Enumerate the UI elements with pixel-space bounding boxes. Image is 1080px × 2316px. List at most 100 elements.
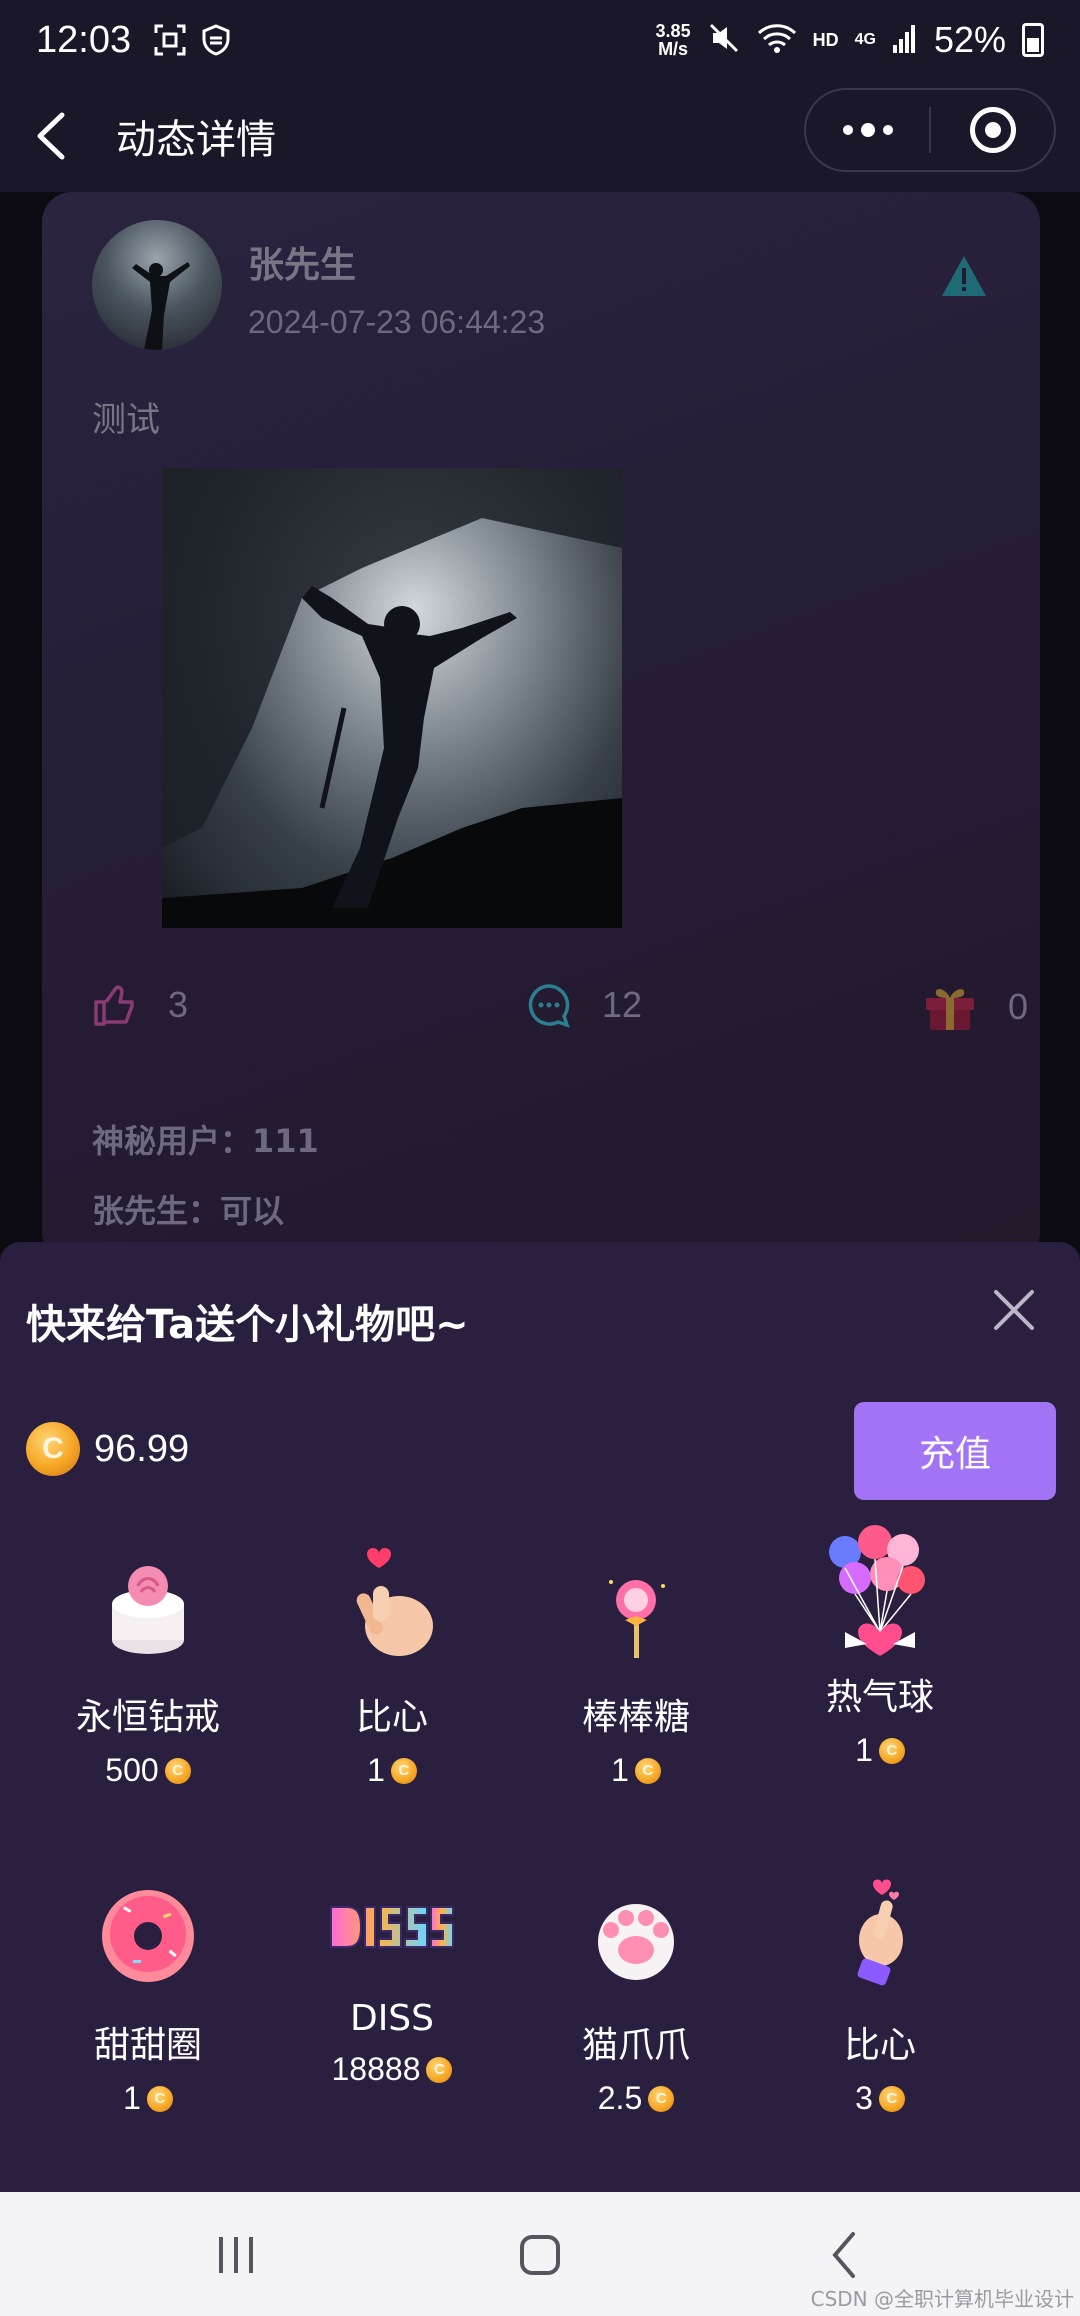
coin-icon: C xyxy=(390,1757,417,1784)
gift-price: 1C xyxy=(270,1752,514,1789)
finger-heart-icon xyxy=(327,1542,457,1672)
report-warning-icon[interactable] xyxy=(940,254,988,298)
recharge-button[interactable]: 充值 xyxy=(854,1402,1056,1500)
gift-name: 比心 xyxy=(843,2025,916,2066)
mini-program-capsule xyxy=(804,88,1056,172)
gift-item[interactable]: 甜甜圈 1C xyxy=(26,1870,270,2130)
gift-item[interactable]: 热气球 1C xyxy=(758,1522,1002,1782)
gift-button[interactable]: 0 xyxy=(922,982,1028,1032)
post-image[interactable] xyxy=(162,468,622,928)
hd-label: HD xyxy=(812,29,839,50)
status-bar: 12:03 3.85 M/s HD 4G 52% xyxy=(0,0,1080,80)
wifi-icon xyxy=(757,21,797,60)
network-speed-value: 3.85 xyxy=(655,21,691,41)
coin-icon: C xyxy=(878,1737,905,1764)
donut-icon xyxy=(83,1870,213,2000)
gift-price-value: 3 xyxy=(855,2080,873,2116)
comment-item: 张先生：可以 xyxy=(92,1186,284,1232)
comment-count: 12 xyxy=(602,984,643,1025)
gift-sheet-title: 快来给Ta送个小礼物吧~ xyxy=(26,1302,469,1348)
gift-price: 500 C xyxy=(26,1752,270,1789)
mute-icon xyxy=(707,21,741,60)
close-icon[interactable] xyxy=(984,1280,1044,1340)
gift-price-value: 18888 xyxy=(331,2051,421,2087)
diss-icon xyxy=(327,1872,457,1982)
coin-icon: C xyxy=(146,2085,173,2112)
gift-price: 2.5 C xyxy=(514,2080,758,2117)
rose-cake-icon xyxy=(83,1542,213,1672)
gift-price-value: 1 xyxy=(367,1752,385,1788)
coin-balance: C 96.99 xyxy=(26,1422,189,1476)
gift-price-value: 2.5 xyxy=(597,2080,643,2116)
screenshot-icon xyxy=(153,23,187,57)
home-button[interactable] xyxy=(500,2220,580,2290)
comment-text: 可以 xyxy=(220,1192,285,1230)
gift-name: 热气球 xyxy=(825,1677,934,1718)
gift-name: 猫爪爪 xyxy=(581,2025,690,2066)
system-back-button[interactable] xyxy=(804,2220,884,2290)
coin-icon: C xyxy=(634,1757,661,1784)
signal-icon xyxy=(892,21,918,60)
post-time: 2024-07-23 06:44:23 xyxy=(248,304,546,340)
gift-price: 3C xyxy=(758,2080,1002,2117)
watermark: CSDN @全职计算机毕业设计 xyxy=(810,2287,1074,2311)
author-name[interactable]: 张先生 xyxy=(248,236,356,288)
coin-icon: C xyxy=(648,2085,675,2112)
comment-button[interactable]: 12 xyxy=(526,982,642,1028)
gift-price: 1C xyxy=(514,1752,758,1789)
network-speed: 3.85 M/s xyxy=(656,22,691,58)
shield-icon xyxy=(199,23,233,57)
gift-price-value: 500 xyxy=(105,1752,159,1788)
gift-price: 1C xyxy=(26,2080,270,2117)
battery-icon xyxy=(1022,23,1044,57)
hand-heart-icon xyxy=(815,1870,945,2000)
gift-sheet: 快来给Ta送个小礼物吧~ C 96.99 充值 永恒钻戒 500 C 比心 1C … xyxy=(0,1242,1080,2192)
more-dots-icon xyxy=(842,123,893,137)
gift-item[interactable]: 猫爪爪 2.5 C xyxy=(514,1870,758,2130)
recent-apps-button[interactable] xyxy=(196,2220,276,2290)
like-button[interactable]: 3 xyxy=(92,982,188,1028)
home-icon xyxy=(520,2235,560,2275)
status-time: 12:03 xyxy=(36,18,132,61)
balance-value: 96.99 xyxy=(94,1427,190,1470)
comment-text: 111 xyxy=(252,1122,319,1160)
avatar[interactable] xyxy=(92,220,222,350)
balloons-icon xyxy=(815,1522,945,1672)
nav-bar: 动态详情 xyxy=(0,80,1080,192)
gift-name: DISS xyxy=(349,1998,435,2039)
gift-box-icon xyxy=(926,989,974,1030)
recent-apps-icon xyxy=(219,2237,253,2273)
coin-icon: C xyxy=(164,1757,191,1784)
gift-item[interactable]: 永恒钻戒 500 C xyxy=(26,1542,270,1802)
gift-item[interactable]: 棒棒糖 1C xyxy=(514,1542,758,1802)
coin-icon: C xyxy=(878,2085,905,2112)
close-mini-program-button[interactable] xyxy=(931,90,1054,170)
gift-count: 0 xyxy=(1008,986,1029,1027)
gift-price-value: 1 xyxy=(611,1752,629,1788)
lollipop-icon xyxy=(571,1542,701,1672)
post-area: 张先生 2024-07-23 06:44:23 测试 3 12 0 神秘用户：1… xyxy=(0,192,1080,1262)
coin-icon: C xyxy=(426,2056,453,2083)
battery-percent: 52% xyxy=(933,19,1006,60)
gift-item[interactable]: 比心 3C xyxy=(758,1870,1002,2130)
gift-name: 比心 xyxy=(355,1697,428,1738)
post-actions: 3 12 0 xyxy=(92,982,1028,1042)
coin-icon: C xyxy=(26,1422,80,1476)
back-button[interactable] xyxy=(0,80,100,192)
back-icon xyxy=(832,2232,855,2278)
gift-item[interactable]: 比心 1C xyxy=(270,1542,514,1802)
cat-paw-icon xyxy=(571,1870,701,2000)
chat-bubble-icon xyxy=(528,984,570,1028)
gift-name: 棒棒糖 xyxy=(581,1697,690,1738)
gift-price-value: 1 xyxy=(123,2080,141,2116)
gift-price-value: 1 xyxy=(855,1732,873,1768)
network-speed-unit: M/s xyxy=(658,39,689,59)
comment-user[interactable]: 神秘用户： xyxy=(92,1122,252,1160)
more-button[interactable] xyxy=(806,90,929,170)
thumbs-up-icon xyxy=(94,985,134,1026)
comment-user[interactable]: 张先生： xyxy=(92,1192,220,1230)
signal-label: 4G xyxy=(854,31,876,48)
gift-name: 永恒钻戒 xyxy=(75,1697,220,1738)
like-count: 3 xyxy=(168,984,189,1025)
gift-item[interactable]: DISS 18888 C xyxy=(270,1852,514,2112)
